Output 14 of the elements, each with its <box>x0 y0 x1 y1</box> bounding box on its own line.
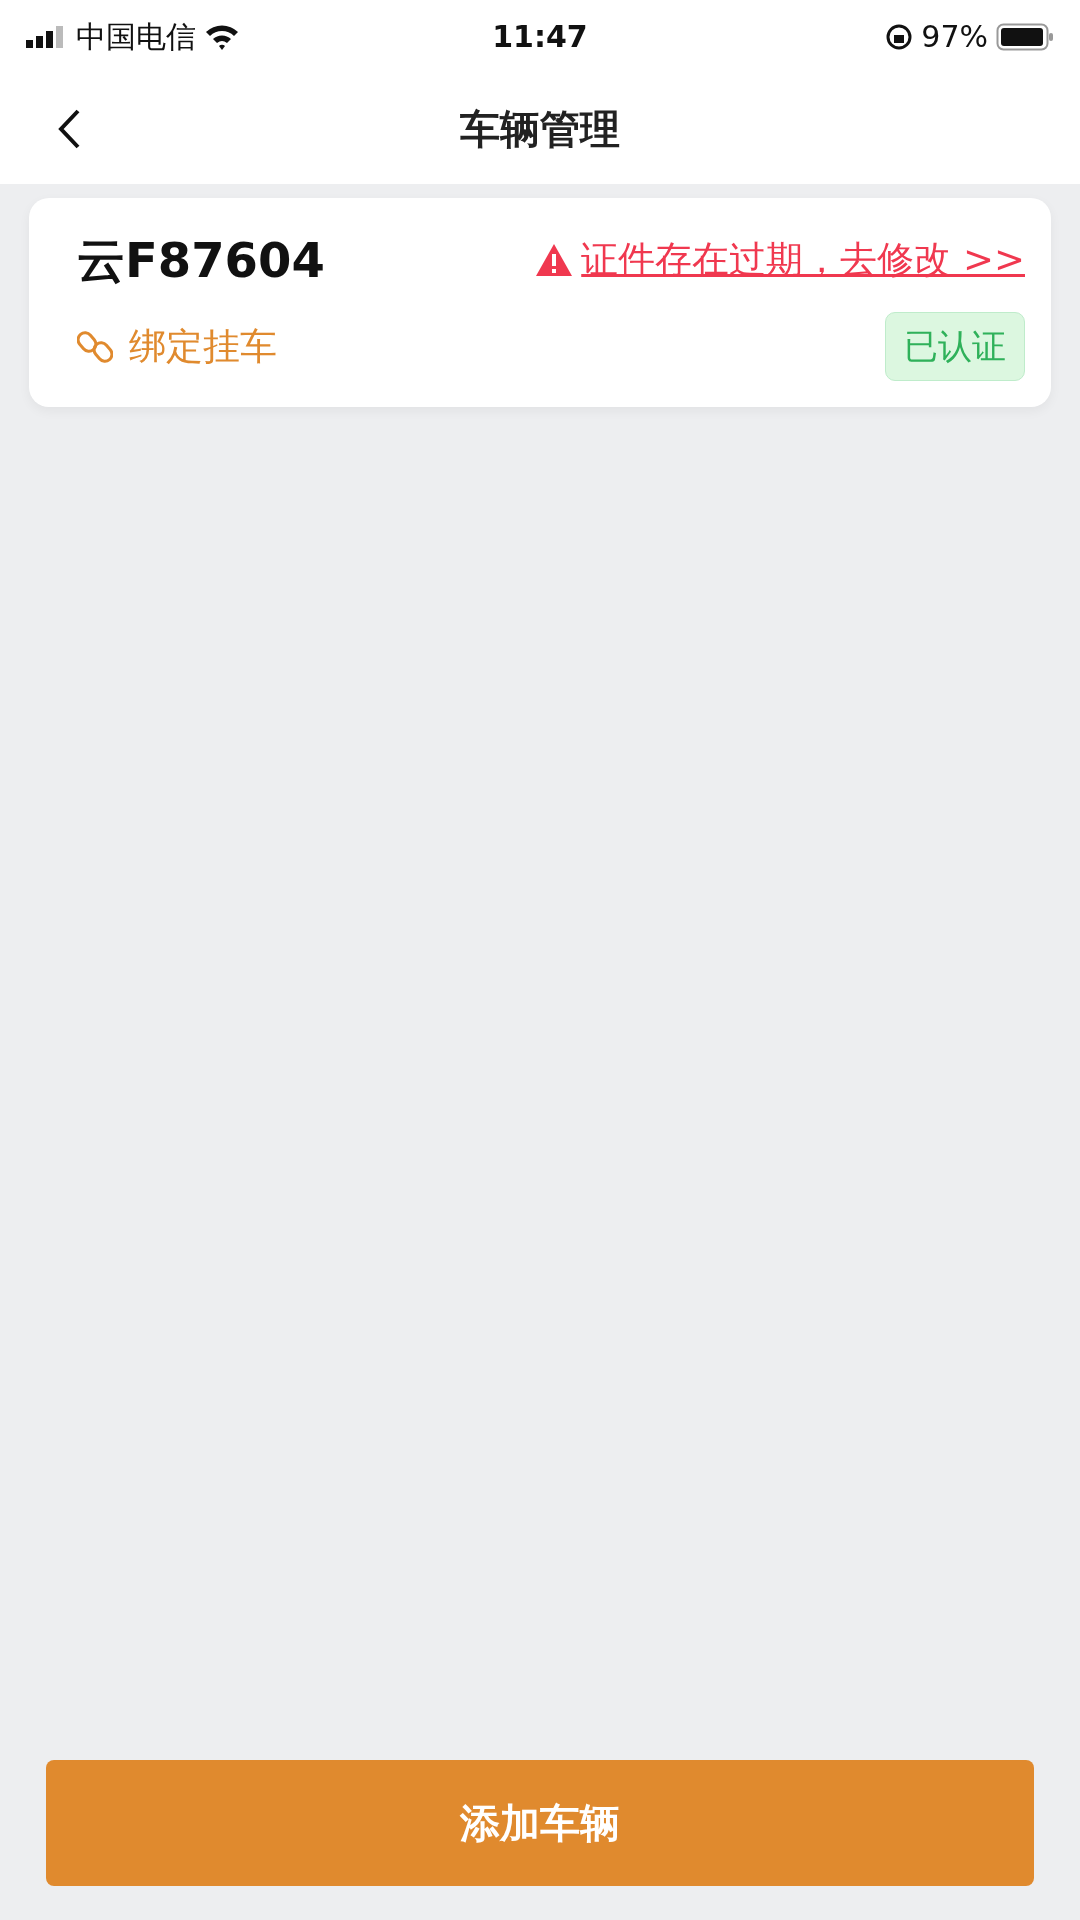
carrier-name: 中国电信 <box>76 18 196 56</box>
page-title: 车辆管理 <box>460 104 620 154</box>
status-badge: 已认证 <box>885 312 1025 381</box>
expired-warning-link[interactable]: 证件存在过期，去修改 >> <box>581 232 1025 288</box>
plate-number: 云F87604 <box>77 231 325 290</box>
clock-time: 11:47 <box>492 18 588 56</box>
add-vehicle-button[interactable]: 添加车辆 <box>46 1760 1034 1886</box>
battery-percent: 97% <box>921 18 988 56</box>
rotation-lock-icon <box>885 22 914 51</box>
bind-trailer-link[interactable]: 绑定挂车 <box>77 318 277 375</box>
warning-icon <box>535 243 574 277</box>
vehicle-card[interactable]: 云F87604 证件存在过期，去修改 >> 绑定挂车 已认证 <box>29 198 1051 407</box>
back-icon <box>56 107 82 151</box>
battery-icon <box>996 22 1054 51</box>
